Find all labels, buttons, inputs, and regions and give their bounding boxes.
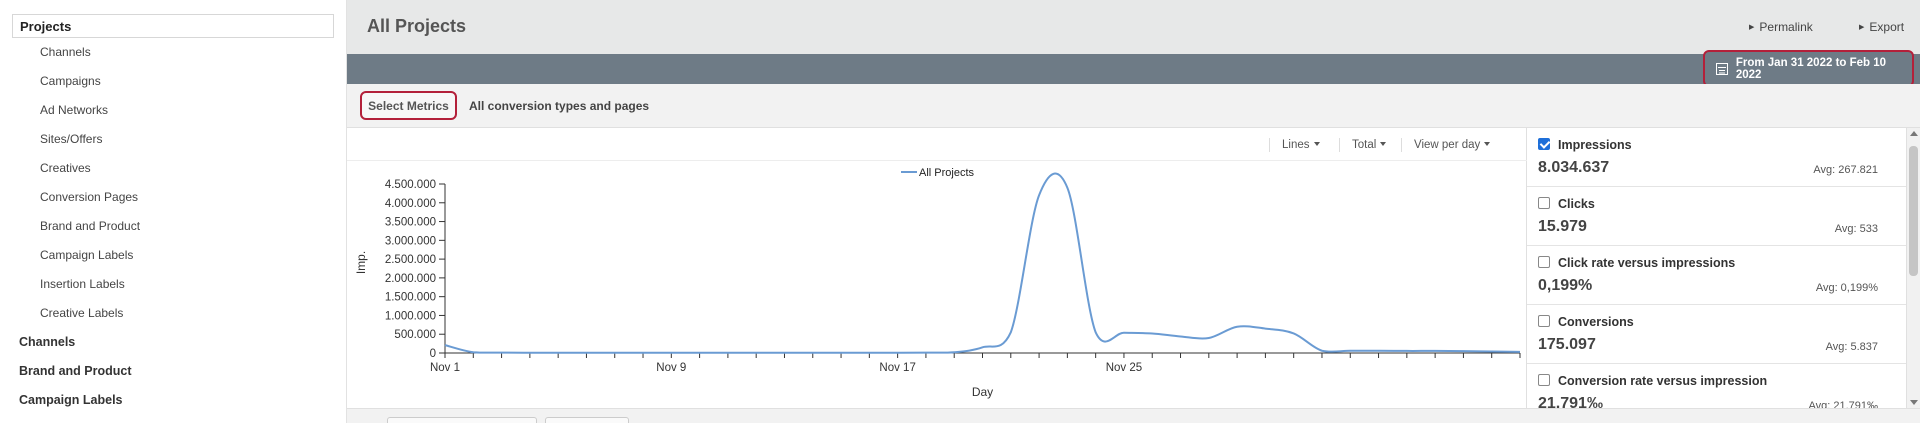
bottom-control[interactable] [387,417,537,423]
sidebar-item-insertion-labels[interactable]: Insertion Labels [40,277,125,291]
page-header: All Projects ▶ Permalink ▶ Export [347,0,1920,54]
sidebar-section-channels[interactable]: Channels [19,335,75,349]
series-line-all-projects [444,172,1521,354]
sidebar-item-brand-and-product[interactable]: Brand and Product [40,219,140,233]
select-metrics-button[interactable]: Select Metrics [360,91,457,120]
metric-avg: Avg: 0,199% [1815,282,1878,294]
impressions-line-chart: 0 500.000 1.000.000 1.500.000 2.000.000 2.500… [354,167,1521,399]
caret-right-icon: ▶ [1859,24,1865,31]
sidebar: Projects Channels Campaigns Ad Networks … [0,0,347,423]
bottom-control[interactable] [545,417,629,423]
view-per-day-label: View per day [1414,139,1481,151]
x-axis-label: Day [972,385,993,399]
metric-checkbox[interactable] [1538,138,1550,150]
metrics-toolbar: Select Metrics All conversion types and … [347,84,1920,128]
sidebar-item-projects[interactable]: Projects [12,14,334,38]
metric-name: Conversions [1558,315,1634,329]
calendar-icon [1716,62,1728,75]
caret-down-icon [1380,142,1387,146]
scroll-thumb[interactable] [1909,146,1918,276]
sidebar-item-conversion-pages[interactable]: Conversion Pages [40,190,138,204]
y-tick-label: 2.500.000 [385,254,436,266]
sidebar-item-campaigns[interactable]: Campaigns [40,74,101,88]
metric-conversion-rate[interactable]: Conversion rate versus impression 21,791… [1527,364,1906,408]
y-tick-label: 1.000.000 [385,310,436,322]
date-range-label: From Jan 31 2022 to Feb 10 2022 [1735,56,1887,81]
y-tick-label: 3.000.000 [385,235,436,247]
metric-value: 21,791‰ [1538,395,1603,408]
metric-list-scrollbar[interactable] [1906,128,1920,408]
y-tick-label: 1.500.000 [385,292,436,304]
lines-dropdown[interactable]: Lines [1269,138,1320,152]
permalink-link[interactable]: ▶ Permalink [1749,20,1813,34]
metric-name: Click rate versus impressions [1558,256,1736,270]
y-tick-label: 4.000.000 [385,198,436,210]
x-tick-label: Nov 1 [430,362,460,374]
metric-click-rate[interactable]: Click rate versus impressions 0,199% Avg… [1527,246,1906,305]
date-bar: From Jan 31 2022 to Feb 10 2022 [347,50,1920,87]
sidebar-item-campaign-labels[interactable]: Campaign Labels [40,248,133,262]
metric-clicks[interactable]: Clicks 15.979 Avg: 533 [1527,187,1906,246]
scroll-up-icon[interactable] [1910,131,1918,136]
caret-down-icon [1313,142,1320,146]
legend-label: All Projects [919,167,975,179]
y-tick-label: 0 [430,348,436,360]
sidebar-item-ad-networks[interactable]: Ad Networks [40,103,108,117]
x-tick-label: Nov 25 [1106,362,1142,374]
metric-value: 8.034.637 [1538,159,1610,176]
metric-name: Conversion rate versus impression [1558,374,1768,388]
permalink-label: Permalink [1759,20,1813,34]
caret-down-icon [1484,142,1491,146]
y-tick-label: 4.500.000 [385,179,436,191]
y-tick-label: 500.000 [394,329,436,341]
metric-checkbox[interactable] [1538,197,1550,209]
export-link[interactable]: ▶ Export [1859,20,1904,34]
metric-avg: Avg: 21,791‰ [1808,400,1878,408]
y-axis-label: Imp. [354,251,368,274]
page-title: All Projects [367,16,467,36]
x-tick-label: Nov 17 [879,362,915,374]
sidebar-item-creatives[interactable]: Creatives [40,161,91,175]
view-per-day-dropdown[interactable]: View per day [1401,138,1491,152]
metric-value: 15.979 [1538,218,1587,235]
metric-name: Clicks [1558,197,1595,211]
x-tick-label: Nov 9 [656,362,686,374]
sidebar-item-creative-labels[interactable]: Creative Labels [40,306,123,320]
metric-impressions[interactable]: Impressions 8.034.637 Avg: 267.821 [1527,128,1906,187]
metric-avg: Avg: 267.821 [1813,164,1878,176]
y-tick-label: 2.000.000 [385,273,436,285]
metric-list: Impressions 8.034.637 Avg: 267.821 Click… [1527,128,1906,408]
date-range-button[interactable]: From Jan 31 2022 to Feb 10 2022 [1703,50,1914,87]
metric-checkbox[interactable] [1538,256,1550,268]
y-tick-label: 3.500.000 [385,217,436,229]
chart-panel: Lines Total View per day 0 500.000 1.000.0… [347,128,1527,408]
metric-value: 175.097 [1538,336,1596,353]
sidebar-section-campaign-labels[interactable]: Campaign Labels [19,393,123,407]
metric-avg: Avg: 533 [1834,223,1878,235]
sidebar-item-channels[interactable]: Channels [40,45,91,59]
metric-checkbox[interactable] [1538,374,1550,386]
chart-toolbar: Lines Total View per day [347,128,1527,161]
export-label: Export [1869,20,1905,34]
metric-value: 0,199% [1538,277,1593,294]
metric-checkbox[interactable] [1538,315,1550,327]
sidebar-section-brand-and-product[interactable]: Brand and Product [19,364,132,378]
total-dropdown-label: Total [1352,139,1377,151]
conversion-filter[interactable]: All conversion types and pages [469,99,649,113]
caret-right-icon: ▶ [1749,24,1755,31]
metric-name: Impressions [1558,138,1632,152]
metric-conversions[interactable]: Conversions 175.097 Avg: 5.837 [1527,305,1906,364]
lines-dropdown-label: Lines [1282,139,1310,151]
bottom-toolbar [347,408,1920,423]
total-dropdown[interactable]: Total [1339,138,1387,152]
metric-avg: Avg: 5.837 [1825,341,1878,353]
scroll-down-icon[interactable] [1910,400,1918,405]
sidebar-item-sites-offers[interactable]: Sites/Offers [40,132,102,146]
